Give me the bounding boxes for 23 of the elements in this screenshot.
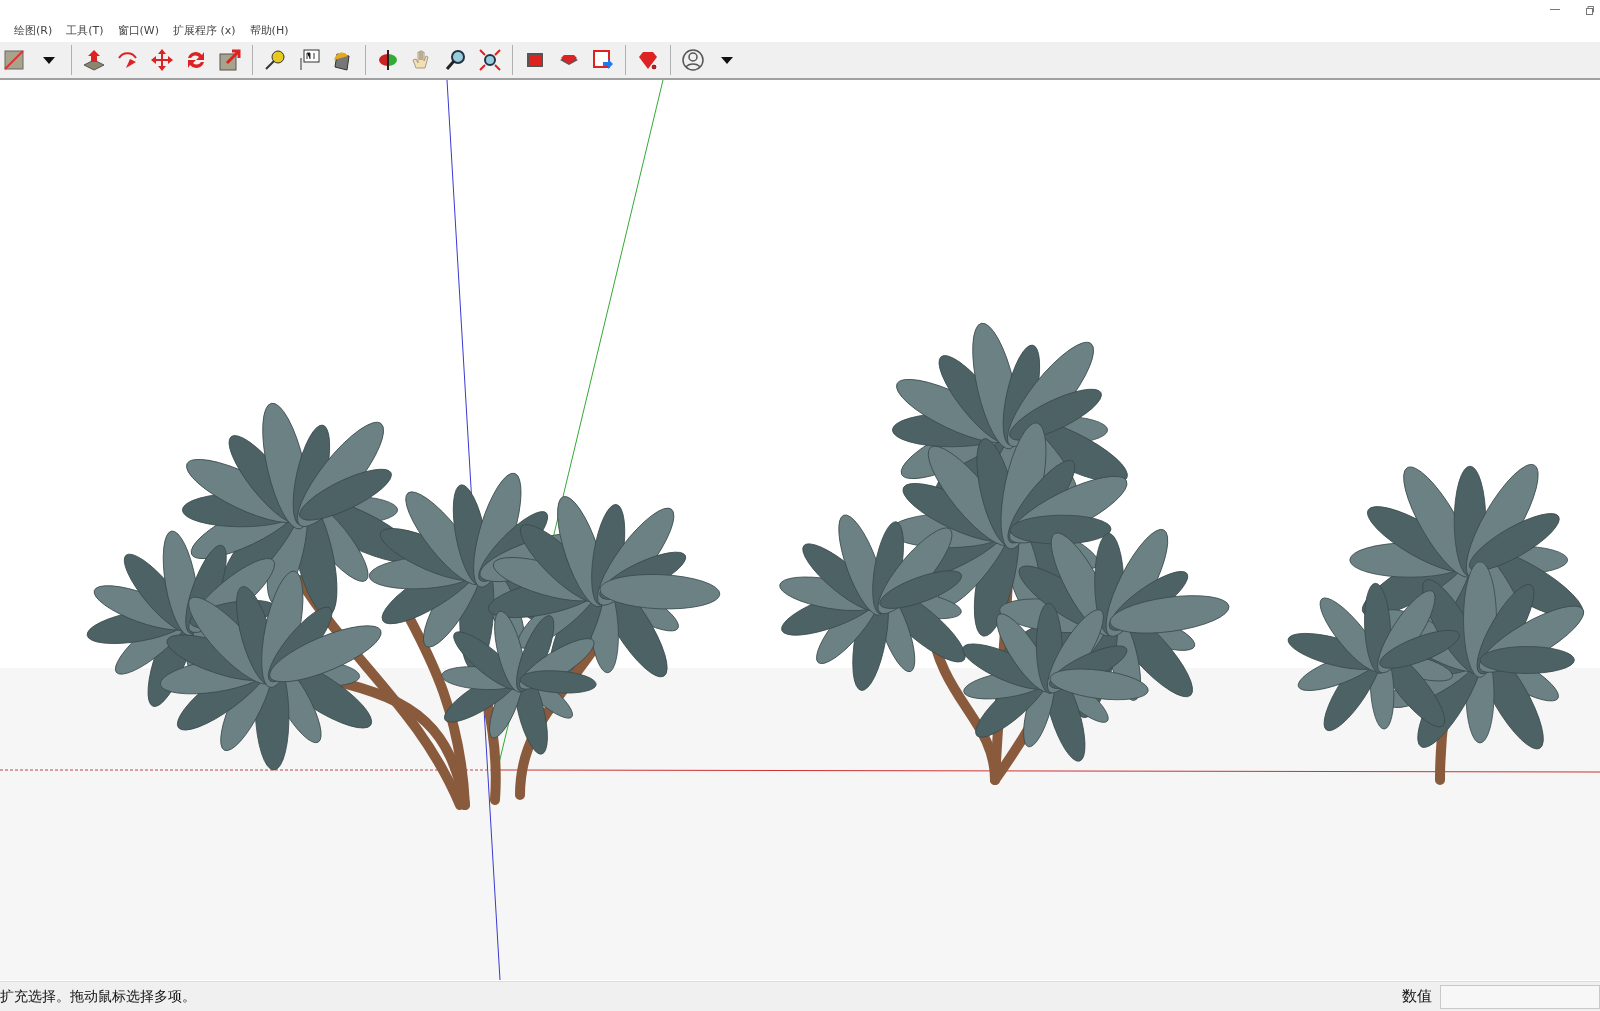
user-icon xyxy=(681,48,705,72)
push-pull-icon xyxy=(82,48,106,72)
tape-measure-icon xyxy=(263,48,287,72)
status-hint: 扩充选择。拖动鼠标选择多项。 xyxy=(0,987,196,1006)
measurements-label: 数值 xyxy=(1402,986,1432,1008)
zoom-icon xyxy=(444,48,468,72)
caret-icon xyxy=(721,56,733,64)
menu-item[interactable]: 帮助(H) xyxy=(249,22,289,40)
measurements-field[interactable] xyxy=(1440,984,1600,1009)
restore-icon[interactable] xyxy=(1586,5,1594,15)
orbit-icon xyxy=(376,48,400,72)
text-icon xyxy=(297,48,321,72)
zoom-extents-icon xyxy=(478,48,502,72)
menu-item[interactable]: 绘图(R) xyxy=(14,22,53,40)
move-icon xyxy=(150,48,174,72)
menu-item[interactable]: 扩展程序 (x) xyxy=(173,22,236,40)
caret-icon xyxy=(43,56,55,64)
export-icon xyxy=(591,48,615,72)
line-icon xyxy=(3,48,27,72)
scale-icon xyxy=(218,48,242,72)
menu-item[interactable]: 工具(T) xyxy=(66,22,104,40)
minimize-icon[interactable] xyxy=(1550,9,1560,11)
menu-item[interactable]: 窗口(W) xyxy=(117,22,159,40)
